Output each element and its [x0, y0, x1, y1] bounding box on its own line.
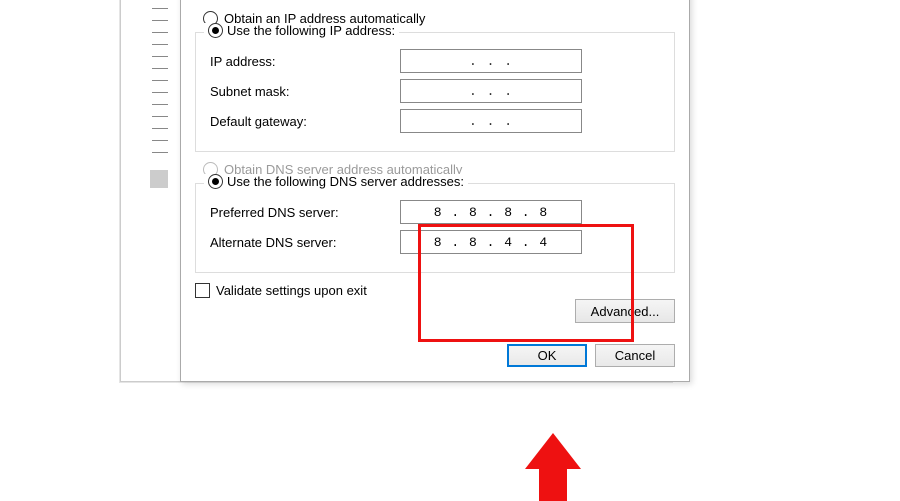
ip-address-input[interactable]: . . .: [400, 49, 582, 73]
ok-button[interactable]: OK: [507, 344, 587, 367]
use-following-ip-radio[interactable]: Use the following IP address:: [204, 23, 399, 38]
ip-address-label: IP address:: [210, 54, 400, 69]
use-following-dns-radio[interactable]: Use the following DNS server addresses:: [204, 174, 468, 189]
alternate-dns-label: Alternate DNS server:: [210, 235, 400, 250]
subnet-mask-input[interactable]: . . .: [400, 79, 582, 103]
radio-icon: [208, 174, 223, 189]
ip-address-group: Use the following IP address: IP address…: [195, 32, 675, 152]
use-following-dns-label: Use the following DNS server addresses:: [227, 174, 464, 189]
use-following-ip-label: Use the following IP address:: [227, 23, 395, 38]
preferred-dns-label: Preferred DNS server:: [210, 205, 400, 220]
subnet-mask-label: Subnet mask:: [210, 84, 400, 99]
cancel-button[interactable]: Cancel: [595, 344, 675, 367]
background-decoration: [152, 0, 168, 160]
preferred-dns-input[interactable]: 8 . 8 . 8 . 8: [400, 200, 582, 224]
default-gateway-input[interactable]: . . .: [400, 109, 582, 133]
validate-label: Validate settings upon exit: [216, 283, 367, 298]
dns-server-group: Use the following DNS server addresses: …: [195, 183, 675, 273]
radio-icon: [208, 23, 223, 38]
default-gateway-label: Default gateway:: [210, 114, 400, 129]
ipv4-properties-dialog: Obtain an IP address automatically Use t…: [180, 0, 690, 382]
background-decoration: [150, 170, 168, 188]
advanced-button[interactable]: Advanced...: [575, 299, 675, 323]
validate-checkbox[interactable]: [195, 283, 210, 298]
alternate-dns-input[interactable]: 8 . 8 . 4 . 4: [400, 230, 582, 254]
